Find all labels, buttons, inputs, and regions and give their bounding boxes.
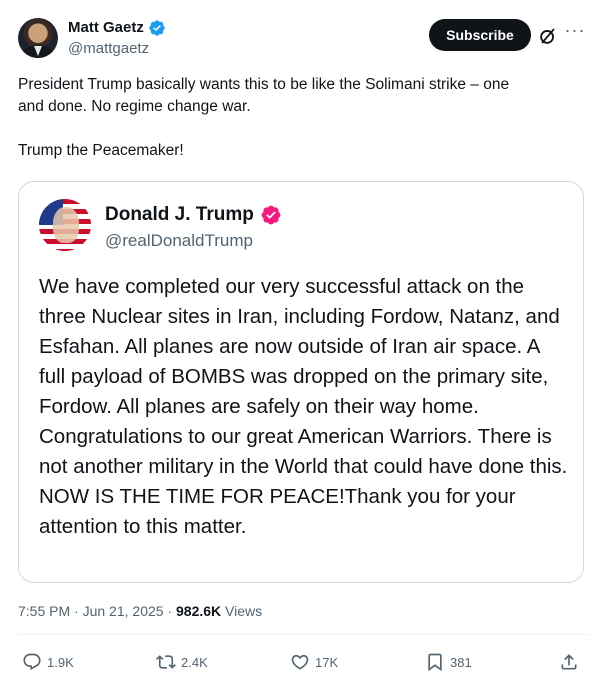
post-meta: 7:55 PM · Jun 21, 2025 · 982.6K Views (18, 601, 262, 621)
bookmark-button[interactable]: 381 (425, 650, 472, 674)
bookmark-count: 381 (450, 654, 472, 670)
tweet: Matt Gaetz @mattgaetz Subscribe ··· Pres… (0, 0, 615, 687)
share-button[interactable] (559, 650, 579, 674)
quoted-post-text: We have completed our very successful at… (39, 275, 568, 538)
quoted-author-name[interactable]: Donald J. Trump (105, 202, 254, 228)
author-handle[interactable]: @mattgaetz (68, 39, 149, 59)
views-count[interactable]: 982.6K (176, 603, 221, 619)
like-count: 17K (315, 654, 339, 670)
meta-separator: · (163, 603, 177, 619)
author-name-row: Matt Gaetz (68, 18, 166, 38)
tweet-text-paragraph-2: Trump the Peacemaker! (18, 142, 184, 159)
views-label: Views (221, 603, 263, 619)
avatar-face (53, 207, 79, 243)
post-time[interactable]: 7:55 PM (18, 603, 70, 619)
avatar[interactable] (18, 18, 58, 58)
like-button[interactable]: 17K (290, 650, 338, 674)
tweet-text-paragraph-1: President Trump basically wants this to … (18, 76, 510, 115)
verified-badge-icon[interactable] (148, 19, 166, 37)
post-date[interactable]: Jun 21, 2025 (83, 603, 164, 619)
author-name[interactable]: Matt Gaetz (68, 18, 144, 38)
quoted-post-card[interactable]: Donald J. Trump @realDonaldTrump We have… (18, 181, 584, 583)
reply-icon (23, 653, 41, 671)
quoted-name-row: Donald J. Trump (105, 202, 282, 228)
divider (18, 634, 588, 635)
reply-button[interactable]: 1.9K (22, 650, 74, 674)
grok-icon[interactable] (537, 25, 559, 47)
quoted-author-handle[interactable]: @realDonaldTrump (105, 229, 253, 253)
meta-separator: · (70, 603, 83, 619)
verified-badge-icon[interactable] (260, 204, 282, 226)
repost-icon (156, 655, 176, 669)
reply-count: 1.9K (47, 654, 74, 670)
repost-button[interactable]: 2.4K (156, 650, 208, 674)
repost-count: 2.4K (181, 654, 208, 670)
bookmark-icon (428, 653, 442, 672)
heart-icon (291, 654, 309, 670)
tweet-text: President Trump basically wants this to … (18, 74, 588, 162)
quoted-avatar[interactable] (39, 199, 91, 251)
more-icon[interactable]: ··· (564, 21, 586, 45)
subscribe-button[interactable]: Subscribe (429, 19, 531, 51)
share-icon (561, 654, 577, 670)
